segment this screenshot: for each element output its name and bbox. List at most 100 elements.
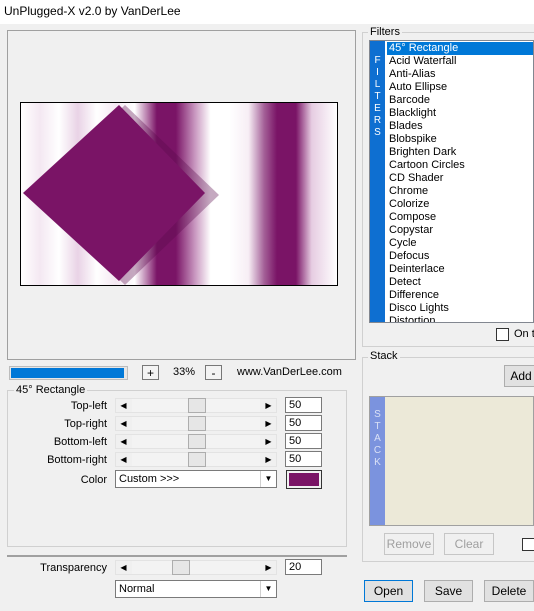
- slider-track[interactable]: [132, 416, 260, 431]
- filters-sidebar: FILTERS: [370, 41, 385, 322]
- stack-side-letter: S: [374, 409, 381, 420]
- arrow-right-icon[interactable]: ▶: [261, 417, 276, 430]
- arrow-right-icon[interactable]: ▶: [261, 561, 276, 574]
- filter-item[interactable]: Defocus: [387, 250, 533, 263]
- filters-items: 45° Rectangle Acid Waterfall Anti-Alias Aut…: [387, 42, 533, 322]
- stack-list[interactable]: STACK: [369, 396, 534, 526]
- filter-item[interactable]: Cycle: [387, 237, 533, 250]
- filters-side-letter: I: [376, 67, 379, 78]
- clear-button[interactable]: Clear: [444, 533, 494, 555]
- filter-item[interactable]: Acid Waterfall: [387, 55, 533, 68]
- filters-side-letter: T: [374, 91, 381, 102]
- blend-mode-value: Normal: [119, 583, 155, 595]
- render-progress-bar: [9, 366, 128, 380]
- filter-item[interactable]: Anti-Alias: [387, 68, 533, 81]
- color-label: Color: [80, 474, 107, 486]
- filter-item[interactable]: Disco Lights: [387, 302, 533, 315]
- render-progress-fill: [11, 368, 124, 378]
- stack-group-label: Stack: [368, 350, 400, 362]
- chevron-down-icon: ▼: [260, 581, 276, 597]
- filter-item[interactable]: Copystar: [387, 224, 533, 237]
- slider-value[interactable]: 50: [285, 451, 322, 467]
- slider-label: Bottom-right: [47, 454, 107, 466]
- slider-label: Top-right: [64, 418, 107, 430]
- zoom-out-button[interactable]: -: [205, 365, 222, 380]
- params-group: [7, 390, 347, 547]
- arrow-right-icon[interactable]: ▶: [261, 435, 276, 448]
- filter-item[interactable]: Blades: [387, 120, 533, 133]
- preview-image[interactable]: [20, 102, 338, 286]
- filters-group-label: Filters: [368, 26, 402, 38]
- filter-item[interactable]: Auto Ellipse: [387, 81, 533, 94]
- transparency-value[interactable]: 20: [285, 559, 322, 575]
- save-button[interactable]: Save: [424, 580, 473, 602]
- slider-label: Top-left: [70, 400, 107, 412]
- filter-item[interactable]: Detect: [387, 276, 533, 289]
- arrow-left-icon[interactable]: ◀: [116, 561, 131, 574]
- slider-thumb[interactable]: [188, 434, 206, 449]
- slider-track[interactable]: [132, 434, 260, 449]
- filter-item[interactable]: CD Shader: [387, 172, 533, 185]
- slider-thumb[interactable]: [188, 398, 206, 413]
- slider-track[interactable]: [132, 452, 260, 467]
- filter-item[interactable]: Blacklight: [387, 107, 533, 120]
- filter-item[interactable]: Distortion: [387, 315, 533, 322]
- slider-value[interactable]: 50: [285, 397, 322, 413]
- arrow-left-icon[interactable]: ◀: [116, 417, 131, 430]
- param-slider[interactable]: ◀ ▶: [115, 434, 277, 449]
- zoom-in-button[interactable]: +: [142, 365, 159, 380]
- params-group-label: 45° Rectangle: [14, 384, 88, 396]
- remove-button[interactable]: Remove: [384, 533, 434, 555]
- color-mode-select[interactable]: Custom >>> ▼: [115, 470, 277, 488]
- param-slider[interactable]: ◀ ▶: [115, 416, 277, 431]
- transparency-label: Transparency: [40, 562, 107, 574]
- filter-item[interactable]: Brighten Dark: [387, 146, 533, 159]
- filter-item[interactable]: Difference: [387, 289, 533, 302]
- filter-item[interactable]: Barcode: [387, 94, 533, 107]
- slider-thumb[interactable]: [188, 452, 206, 467]
- website-link[interactable]: www.VanDerLee.com: [237, 366, 342, 378]
- delete-button[interactable]: Delete: [484, 580, 534, 602]
- stack-checkbox[interactable]: [522, 538, 534, 551]
- transparency-thumb[interactable]: [172, 560, 190, 575]
- filters-list[interactable]: FILTERS 45° Rectangle Acid Waterfall Anti-…: [369, 40, 534, 323]
- slider-thumb[interactable]: [188, 416, 206, 431]
- filter-item[interactable]: Colorize: [387, 198, 533, 211]
- slider-value[interactable]: 50: [285, 433, 322, 449]
- arrow-left-icon[interactable]: ◀: [116, 399, 131, 412]
- color-swatch[interactable]: [286, 470, 322, 489]
- slider-label: Bottom-left: [53, 436, 107, 448]
- filter-item[interactable]: Blobspike: [387, 133, 533, 146]
- color-swatch-fill: [289, 473, 319, 486]
- add-button[interactable]: Add: [504, 365, 534, 387]
- transparency-slider[interactable]: ◀ ▶: [115, 560, 277, 575]
- slider-track[interactable]: [132, 398, 260, 413]
- stack-side-letter: C: [373, 445, 382, 456]
- ontop-label: On t: [514, 328, 534, 340]
- filters-side-letter: F: [374, 55, 381, 66]
- stack-sidebar: STACK: [370, 397, 385, 525]
- filter-item[interactable]: Cartoon Circles: [387, 159, 533, 172]
- filters-side-letter: R: [373, 115, 382, 126]
- transparency-track[interactable]: [132, 560, 260, 575]
- slider-value[interactable]: 50: [285, 415, 322, 431]
- arrow-left-icon[interactable]: ◀: [116, 435, 131, 448]
- chevron-down-icon: ▼: [260, 471, 276, 487]
- param-slider[interactable]: ◀ ▶: [115, 452, 277, 467]
- arrow-left-icon[interactable]: ◀: [116, 453, 131, 466]
- filters-side-letter: L: [374, 79, 381, 90]
- filter-item[interactable]: Deinterlace: [387, 263, 533, 276]
- open-button[interactable]: Open: [364, 580, 413, 602]
- ontop-checkbox[interactable]: [496, 328, 509, 341]
- blend-mode-select[interactable]: Normal ▼: [115, 580, 277, 598]
- arrow-right-icon[interactable]: ▶: [261, 453, 276, 466]
- filter-item[interactable]: Chrome: [387, 185, 533, 198]
- filters-side-letter: E: [374, 103, 381, 114]
- arrow-right-icon[interactable]: ▶: [261, 399, 276, 412]
- color-mode-value: Custom >>>: [119, 473, 180, 485]
- title-bar: UnPlugged-X v2.0 by VanDerLee: [0, 0, 534, 24]
- stack-side-letter: K: [374, 457, 381, 468]
- filter-item[interactable]: Compose: [387, 211, 533, 224]
- param-slider[interactable]: ◀ ▶: [115, 398, 277, 413]
- filter-item[interactable]: 45° Rectangle: [387, 42, 533, 55]
